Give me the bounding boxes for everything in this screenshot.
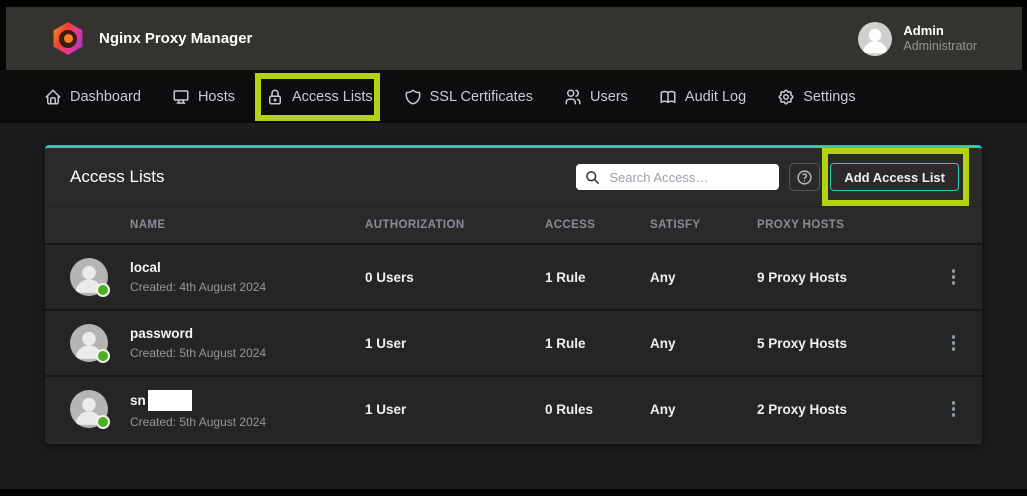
- shield-icon: [404, 88, 422, 106]
- created-date: Created: 5th August 2024: [130, 346, 365, 360]
- access-list-name: sn: [130, 390, 365, 411]
- status-online-dot: [96, 349, 110, 363]
- redaction-box: [148, 390, 192, 411]
- avatar-cell: [45, 324, 130, 362]
- name-cell: local Created: 4th August 2024: [130, 260, 365, 294]
- access-lists-panel: Access Lists Add Access List NAME AUTHOR…: [45, 145, 982, 444]
- help-button[interactable]: [789, 163, 820, 191]
- nav-label: Dashboard: [70, 89, 141, 105]
- nav-item-users[interactable]: Users: [564, 88, 628, 106]
- help-icon: [796, 169, 813, 186]
- search-input[interactable]: [609, 170, 770, 185]
- column-header-satisfy: SATISFY: [650, 219, 757, 231]
- screenshot-left-edge: [0, 7, 6, 70]
- authorization-cell: 1 User: [365, 336, 545, 351]
- npm-logo-dot: [64, 34, 73, 43]
- npm-logo-icon: [52, 22, 84, 56]
- name-cell: sn Created: 5th August 2024: [130, 390, 365, 429]
- user-avatar: [858, 22, 892, 56]
- search-icon: [585, 170, 600, 185]
- main-nav: Dashboard Hosts Access Lists SSL Certifi…: [0, 70, 1027, 123]
- user-text: Admin Administrator: [903, 23, 977, 54]
- nav-item-settings[interactable]: Settings: [777, 88, 855, 106]
- nav-item-ssl-certificates[interactable]: SSL Certificates: [404, 88, 533, 106]
- add-button-label: Add Access List: [844, 170, 945, 185]
- nav-item-hosts[interactable]: Hosts: [172, 88, 235, 106]
- panel-title: Access Lists: [70, 167, 164, 187]
- access-cell: 1 Rule: [545, 336, 650, 351]
- nav-label: Access Lists: [292, 89, 373, 105]
- avatar-cell: [45, 258, 130, 296]
- user-menu[interactable]: Admin Administrator: [858, 22, 977, 56]
- users-icon: [564, 88, 582, 106]
- table-row[interactable]: sn Created: 5th August 2024 1 User 0 Rul…: [45, 375, 982, 441]
- access-list-name: local: [130, 260, 365, 276]
- person-icon: [858, 22, 892, 56]
- nav-label: SSL Certificates: [430, 89, 533, 105]
- column-header-proxy-hosts: PROXY HOSTS: [757, 219, 925, 231]
- row-menu-button[interactable]: [944, 329, 964, 357]
- top-header-bar: Nginx Proxy Manager Admin Administrator: [0, 7, 1027, 70]
- column-header-access: ACCESS: [545, 219, 650, 231]
- home-icon: [44, 88, 62, 106]
- screenshot-right-edge: [1022, 7, 1027, 70]
- nginx-proxy-manager-app: Nginx Proxy Manager Admin Administrator …: [0, 0, 1027, 496]
- column-header-authorization: AUTHORIZATION: [365, 219, 545, 231]
- access-cell: 1 Rule: [545, 270, 650, 285]
- app-title: Nginx Proxy Manager: [99, 30, 252, 47]
- access-cell: 0 Rules: [545, 402, 650, 417]
- gear-icon: [777, 88, 795, 106]
- satisfy-cell: Any: [650, 336, 757, 351]
- name-cell: password Created: 5th August 2024: [130, 326, 365, 360]
- access-list-name: password: [130, 326, 365, 342]
- status-online-dot: [96, 415, 110, 429]
- nav-item-dashboard[interactable]: Dashboard: [44, 88, 141, 106]
- npm-logo-ring: [59, 30, 77, 48]
- nav-label: Settings: [803, 89, 855, 105]
- avatar: [70, 324, 108, 362]
- avatar: [70, 390, 108, 428]
- panel-header: Access Lists Add Access List: [45, 148, 982, 207]
- status-online-dot: [96, 283, 110, 297]
- authorization-cell: 0 Users: [365, 270, 545, 285]
- user-name: Admin: [903, 23, 977, 39]
- row-menu-button[interactable]: [944, 263, 964, 291]
- satisfy-cell: Any: [650, 270, 757, 285]
- proxy-hosts-cell: 2 Proxy Hosts: [757, 402, 925, 417]
- table-row[interactable]: password Created: 5th August 2024 1 User…: [45, 309, 982, 375]
- avatar: [70, 258, 108, 296]
- table-header: NAME AUTHORIZATION ACCESS SATISFY PROXY …: [45, 207, 982, 243]
- created-date: Created: 5th August 2024: [130, 415, 365, 429]
- proxy-hosts-cell: 9 Proxy Hosts: [757, 270, 925, 285]
- nav-item-access-lists[interactable]: Access Lists: [266, 88, 373, 106]
- column-header-name: NAME: [130, 219, 365, 231]
- created-date: Created: 4th August 2024: [130, 280, 365, 294]
- nav-item-audit-log[interactable]: Audit Log: [659, 88, 746, 106]
- add-access-list-button[interactable]: Add Access List: [830, 163, 959, 191]
- user-role: Administrator: [903, 39, 977, 54]
- search-box: [576, 164, 779, 190]
- proxy-hosts-cell: 5 Proxy Hosts: [757, 336, 925, 351]
- book-icon: [659, 88, 677, 106]
- authorization-cell: 1 User: [365, 402, 545, 417]
- avatar-cell: [45, 390, 130, 428]
- monitor-icon: [172, 88, 190, 106]
- satisfy-cell: Any: [650, 402, 757, 417]
- screenshot-bottom-edge: [0, 489, 1027, 496]
- lock-icon: [266, 88, 284, 106]
- row-menu-button[interactable]: [944, 395, 964, 423]
- nav-label: Users: [590, 89, 628, 105]
- nav-label: Hosts: [198, 89, 235, 105]
- nav-label: Audit Log: [685, 89, 746, 105]
- table-row[interactable]: local Created: 4th August 2024 0 Users 1…: [45, 243, 982, 309]
- screenshot-top-edge: [0, 0, 1027, 7]
